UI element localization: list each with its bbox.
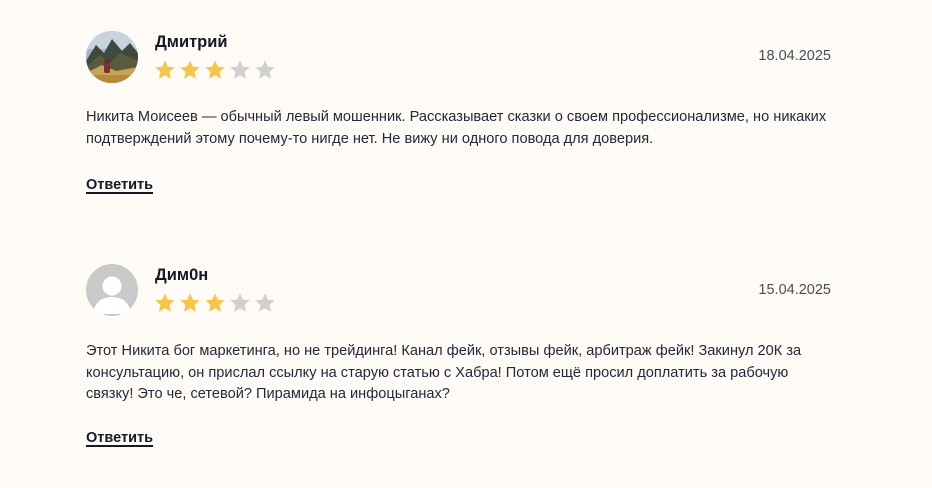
author-name: Дим0н bbox=[155, 266, 209, 284]
comment-date: 18.04.2025 bbox=[758, 48, 831, 64]
star-filled-icon bbox=[155, 293, 175, 312]
rating-stars bbox=[154, 59, 276, 81]
star-empty-icon bbox=[255, 293, 275, 312]
star-filled-icon bbox=[205, 60, 225, 79]
comment-item: Дим0н 15.04.2025 Этот Никита бог маркети… bbox=[86, 264, 831, 454]
comment-text: Этот Никита бог маркетинга, но не трейди… bbox=[86, 343, 802, 402]
star-empty-icon bbox=[255, 60, 275, 79]
author-name: Дмитрий bbox=[155, 33, 228, 51]
star-empty-icon bbox=[230, 60, 250, 79]
star-empty-icon bbox=[230, 293, 250, 312]
mountain-photo-avatar bbox=[86, 31, 138, 83]
star-filled-icon bbox=[205, 293, 225, 312]
avatar bbox=[86, 31, 138, 83]
rating-stars bbox=[154, 292, 276, 314]
star-filled-icon bbox=[155, 60, 175, 79]
comment-item: Дмитрий 18.04.2025 Никита Моисеев — обыч… bbox=[86, 31, 831, 201]
reply-button[interactable]: Ответить bbox=[86, 177, 153, 193]
comment-text: Никита Моисеев — обычный левый мошенник.… bbox=[86, 109, 827, 147]
comment-date: 15.04.2025 bbox=[758, 282, 831, 298]
default-user-avatar bbox=[86, 264, 138, 316]
reply-button[interactable]: Ответить bbox=[86, 430, 153, 446]
avatar bbox=[86, 264, 138, 316]
star-filled-icon bbox=[180, 293, 200, 312]
star-filled-icon bbox=[180, 60, 200, 79]
